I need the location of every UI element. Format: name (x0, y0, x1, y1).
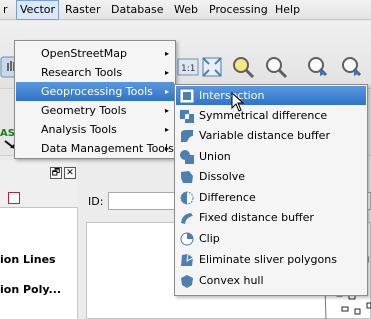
menu-item-clip[interactable]: Clip (176, 229, 366, 248)
dissolve-icon (179, 169, 195, 185)
geoprocessing-submenu: Intersection Symmetrical difference Vari… (174, 84, 368, 296)
menu-item-intersection[interactable]: Intersection (176, 86, 366, 105)
symmetrical-difference-icon (179, 108, 195, 124)
menu-item-label: Dissolve (199, 170, 246, 183)
difference-icon (179, 190, 195, 206)
layer-item[interactable]: ion Poly... (0, 283, 61, 296)
menu-item-label: Geoprocessing Tools (41, 85, 153, 98)
menu-raster[interactable]: Raster (62, 0, 103, 20)
scale-button[interactable]: 1:1 (176, 55, 200, 79)
menu-database[interactable]: Database (108, 0, 167, 20)
menu-item-convex-hull[interactable]: Convex hull (176, 271, 366, 290)
zoom-last-button[interactable] (306, 55, 330, 79)
submenu-arrow-icon: ▸ (164, 87, 169, 96)
mouse-cursor-icon (231, 91, 245, 112)
variable-buffer-icon (179, 128, 195, 144)
vector-menu: OpenStreetMap ▸ Research Tools ▸ Geoproc… (14, 40, 176, 159)
menu-item-fixed-distance-buffer[interactable]: Fixed distance buffer (176, 208, 366, 227)
menu-item-label: Clip (199, 232, 220, 245)
menu-item-analysis-tools[interactable]: Analysis Tools ▸ (16, 120, 174, 139)
eliminate-icon (179, 252, 195, 268)
menu-web[interactable]: Web (171, 0, 201, 20)
zoom-last-icon (308, 57, 328, 77)
menu-raster-prev[interactable]: r (0, 0, 11, 20)
menu-item-label: Data Management Tools (41, 142, 174, 155)
menu-item-label: Variable distance buffer (199, 129, 330, 142)
menu-item-data-management-tools[interactable]: Data Management Tools ▸ (16, 139, 174, 158)
menu-item-geometry-tools[interactable]: Geometry Tools ▸ (16, 101, 174, 120)
menu-help[interactable]: Help (272, 0, 303, 20)
menu-item-label: Convex hull (199, 274, 264, 287)
menu-item-union[interactable]: Union (176, 147, 366, 166)
menu-item-openstreetmap[interactable]: OpenStreetMap ▸ (16, 44, 174, 63)
menu-item-eliminate-sliver-polygons[interactable]: Eliminate sliver polygons (176, 250, 366, 269)
intersection-icon (179, 88, 195, 104)
zoom-selection-button[interactable] (264, 55, 288, 79)
menu-item-dissolve[interactable]: Dissolve (176, 167, 366, 186)
submenu-arrow-icon: ▸ (164, 144, 169, 153)
layer-toggle-icon[interactable] (8, 192, 20, 204)
zoom-next-button[interactable] (340, 55, 364, 79)
svg-text:1:1: 1:1 (181, 64, 195, 74)
submenu-arrow-icon: ▸ (164, 68, 169, 77)
scale-icon: 1:1 (177, 58, 199, 76)
zoom-full-icon (202, 57, 222, 77)
id-label: ID: (88, 195, 104, 208)
menu-processing[interactable]: Processing (206, 0, 271, 20)
submenu-arrow-icon: ▸ (164, 125, 169, 134)
menu-item-label: OpenStreetMap (41, 47, 128, 60)
submenu-arrow-icon: ▸ (164, 49, 169, 58)
as-label: AS (0, 128, 15, 139)
zoom-full-button[interactable] (200, 55, 224, 79)
menu-item-label: Fixed distance buffer (199, 211, 314, 224)
layer-list: ion Lines ion Poly... (0, 207, 78, 319)
zoom-next-icon (342, 57, 362, 77)
menu-item-symmetrical-difference[interactable]: Symmetrical difference (176, 106, 366, 125)
menu-item-variable-distance-buffer[interactable]: Variable distance buffer (176, 126, 366, 145)
magnifier-selection-icon (266, 57, 288, 79)
menu-item-label: Symmetrical difference (199, 109, 328, 122)
menu-bar: r Vector Raster Database Web Processing … (0, 0, 371, 20)
clip-icon (179, 231, 195, 247)
zoom-layer-button[interactable] (231, 55, 255, 79)
submenu-arrow-icon: ▸ (164, 106, 169, 115)
menu-item-label: Research Tools (41, 66, 123, 79)
menu-item-geoprocessing-tools[interactable]: Geoprocessing Tools ▸ (16, 82, 174, 101)
menu-item-label: Analysis Tools (41, 123, 117, 136)
magnifier-icon (233, 57, 255, 79)
float-dock-button[interactable]: 🗗 (50, 167, 62, 179)
convex-hull-icon (179, 273, 195, 289)
union-icon (179, 149, 195, 165)
menu-item-label: Geometry Tools (41, 104, 127, 117)
menu-vector[interactable]: Vector (16, 0, 60, 20)
menu-item-label: Eliminate sliver polygons (199, 253, 337, 266)
menu-item-difference[interactable]: Difference (176, 188, 366, 207)
fixed-buffer-icon (179, 210, 195, 226)
menu-item-label: Union (199, 150, 231, 163)
menu-item-research-tools[interactable]: Research Tools ▸ (16, 63, 174, 82)
menu-item-label: Difference (199, 191, 256, 204)
layer-item[interactable]: ion Lines (0, 253, 56, 266)
close-dock-button[interactable]: ✕ (64, 167, 76, 179)
